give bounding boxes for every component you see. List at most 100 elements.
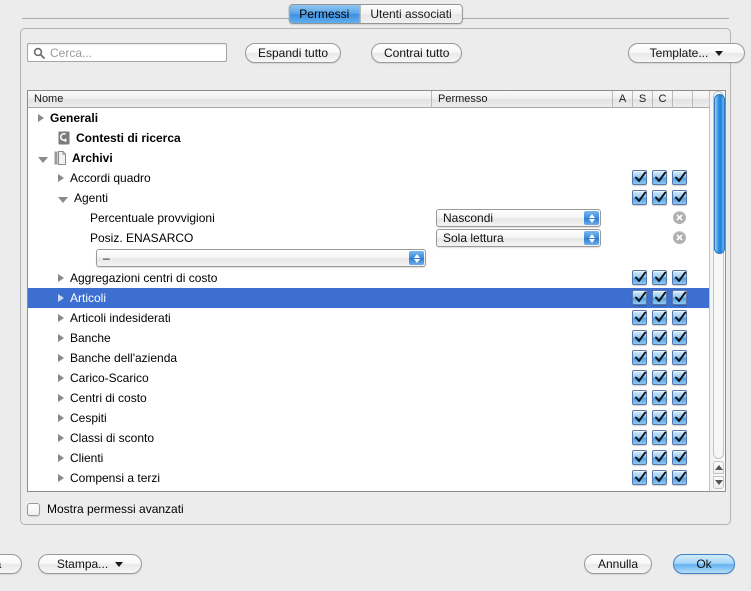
disclosure-triangle-closed-icon[interactable] xyxy=(58,354,64,362)
permission-checkbox-c[interactable] xyxy=(672,470,687,485)
permission-select[interactable]: Sola lettura xyxy=(436,229,601,247)
permission-checkbox-s[interactable] xyxy=(652,410,667,425)
permission-checkbox-s[interactable] xyxy=(652,330,667,345)
permission-checkbox-s[interactable] xyxy=(652,430,667,445)
permission-checkbox-s[interactable] xyxy=(652,350,667,365)
permission-checkbox-c[interactable] xyxy=(672,310,687,325)
disclosure-triangle-closed-icon[interactable] xyxy=(58,434,64,442)
permission-checkbox-a[interactable] xyxy=(632,430,647,445)
permission-checkbox-s[interactable] xyxy=(652,290,667,305)
permission-checkbox-s[interactable] xyxy=(652,370,667,385)
table-row[interactable]: Centri di costo xyxy=(28,388,725,408)
permission-checkbox-c[interactable] xyxy=(672,330,687,345)
permission-checkbox-c[interactable] xyxy=(672,270,687,285)
permission-checkbox-a[interactable] xyxy=(632,310,647,325)
column-header-extra-1[interactable] xyxy=(673,91,693,107)
permission-checkbox-a[interactable] xyxy=(632,350,647,365)
table-row[interactable]: Banche xyxy=(28,328,725,348)
permission-checkbox-s[interactable] xyxy=(652,310,667,325)
table-row[interactable]: Aggregazioni centri di costo xyxy=(28,268,725,288)
column-header-nome[interactable]: Nome xyxy=(28,91,432,107)
remove-permission-button[interactable] xyxy=(673,231,686,244)
search-field[interactable]: Cerca... xyxy=(27,43,227,62)
show-advanced-permissions-row[interactable]: Mostra permessi avanzati xyxy=(27,502,184,516)
column-header-c[interactable]: C xyxy=(653,91,673,107)
permission-checkbox-s[interactable] xyxy=(652,450,667,465)
permission-checkbox-a[interactable] xyxy=(632,290,647,305)
permission-checkbox-s[interactable] xyxy=(652,170,667,185)
table-row[interactable]: – xyxy=(28,248,725,268)
table-row[interactable]: Clienti xyxy=(28,448,725,468)
show-advanced-permissions-checkbox[interactable] xyxy=(27,503,40,516)
vertical-scrollbar[interactable] xyxy=(709,91,725,491)
cancel-button[interactable]: Annulla xyxy=(584,554,652,574)
print-button[interactable]: Stampa... xyxy=(38,554,142,574)
table-row[interactable]: Percentuale provvigioniNascondi xyxy=(28,208,725,228)
table-row[interactable]: Agenti xyxy=(28,188,725,208)
table-row[interactable]: Articoli indesiderati xyxy=(28,308,725,328)
ok-button[interactable]: Ok xyxy=(673,554,735,574)
table-row[interactable]: Classi di sconto xyxy=(28,428,725,448)
permission-checkbox-c[interactable] xyxy=(672,410,687,425)
inherited-permission-select[interactable]: – xyxy=(96,249,426,267)
column-header-extra-2[interactable] xyxy=(693,91,710,107)
table-row[interactable]: Contesti di ricerca xyxy=(28,128,725,148)
partial-left-button[interactable]: a xyxy=(0,554,22,574)
template-button[interactable]: Template... xyxy=(628,43,745,63)
permission-checkbox-c[interactable] xyxy=(672,450,687,465)
column-header-permesso[interactable]: Permesso xyxy=(432,91,613,107)
collapse-all-button[interactable]: Contrai tutto xyxy=(371,43,462,63)
permission-checkbox-a[interactable] xyxy=(632,470,647,485)
table-row[interactable]: Archivi xyxy=(28,148,725,168)
table-row[interactable]: Articoli xyxy=(28,288,725,308)
permission-checkbox-a[interactable] xyxy=(632,390,647,405)
permission-checkbox-c[interactable] xyxy=(672,290,687,305)
table-row[interactable]: Compensi a terzi xyxy=(28,468,725,488)
disclosure-triangle-closed-icon[interactable] xyxy=(58,294,64,302)
disclosure-triangle-open-icon[interactable] xyxy=(38,157,48,163)
permission-checkbox-s[interactable] xyxy=(652,190,667,205)
remove-permission-button[interactable] xyxy=(673,211,686,224)
permission-checkbox-s[interactable] xyxy=(652,270,667,285)
tab-utenti-associati[interactable]: Utenti associati xyxy=(359,5,461,23)
disclosure-triangle-closed-icon[interactable] xyxy=(58,334,64,342)
table-row[interactable]: Generali xyxy=(28,108,725,128)
permission-checkbox-c[interactable] xyxy=(672,390,687,405)
stepper-icon[interactable] xyxy=(409,251,424,265)
scroll-down-arrow-icon[interactable] xyxy=(713,476,724,489)
permission-checkbox-c[interactable] xyxy=(672,430,687,445)
disclosure-triangle-closed-icon[interactable] xyxy=(58,174,64,182)
tab-permessi[interactable]: Permessi xyxy=(289,5,359,23)
permission-checkbox-s[interactable] xyxy=(652,390,667,405)
disclosure-triangle-closed-icon[interactable] xyxy=(58,414,64,422)
disclosure-triangle-closed-icon[interactable] xyxy=(58,274,64,282)
table-row[interactable]: Accordi quadro xyxy=(28,168,725,188)
permission-checkbox-a[interactable] xyxy=(632,410,647,425)
permission-checkbox-c[interactable] xyxy=(672,190,687,205)
disclosure-triangle-open-icon[interactable] xyxy=(58,197,68,203)
table-row[interactable]: Cespiti xyxy=(28,408,725,428)
permission-checkbox-c[interactable] xyxy=(672,170,687,185)
stepper-icon[interactable] xyxy=(584,211,599,225)
permission-select[interactable]: Nascondi xyxy=(436,209,601,227)
permission-checkbox-a[interactable] xyxy=(632,450,647,465)
column-header-a[interactable]: A xyxy=(613,91,633,107)
permission-checkbox-s[interactable] xyxy=(652,470,667,485)
scrollbar-thumb[interactable] xyxy=(714,94,725,254)
stepper-icon[interactable] xyxy=(584,231,599,245)
table-row[interactable]: Carico-Scarico xyxy=(28,368,725,388)
disclosure-triangle-closed-icon[interactable] xyxy=(58,394,64,402)
disclosure-triangle-closed-icon[interactable] xyxy=(58,474,64,482)
expand-all-button[interactable]: Espandi tutto xyxy=(245,43,341,63)
disclosure-triangle-closed-icon[interactable] xyxy=(58,454,64,462)
permission-checkbox-a[interactable] xyxy=(632,270,647,285)
table-row[interactable]: Banche dell'azienda xyxy=(28,348,725,368)
disclosure-triangle-closed-icon[interactable] xyxy=(58,314,64,322)
permission-checkbox-a[interactable] xyxy=(632,170,647,185)
permission-checkbox-a[interactable] xyxy=(632,190,647,205)
scroll-up-arrow-icon[interactable] xyxy=(713,461,724,474)
disclosure-triangle-closed-icon[interactable] xyxy=(58,374,64,382)
permission-checkbox-c[interactable] xyxy=(672,370,687,385)
permission-checkbox-c[interactable] xyxy=(672,350,687,365)
permission-checkbox-a[interactable] xyxy=(632,330,647,345)
